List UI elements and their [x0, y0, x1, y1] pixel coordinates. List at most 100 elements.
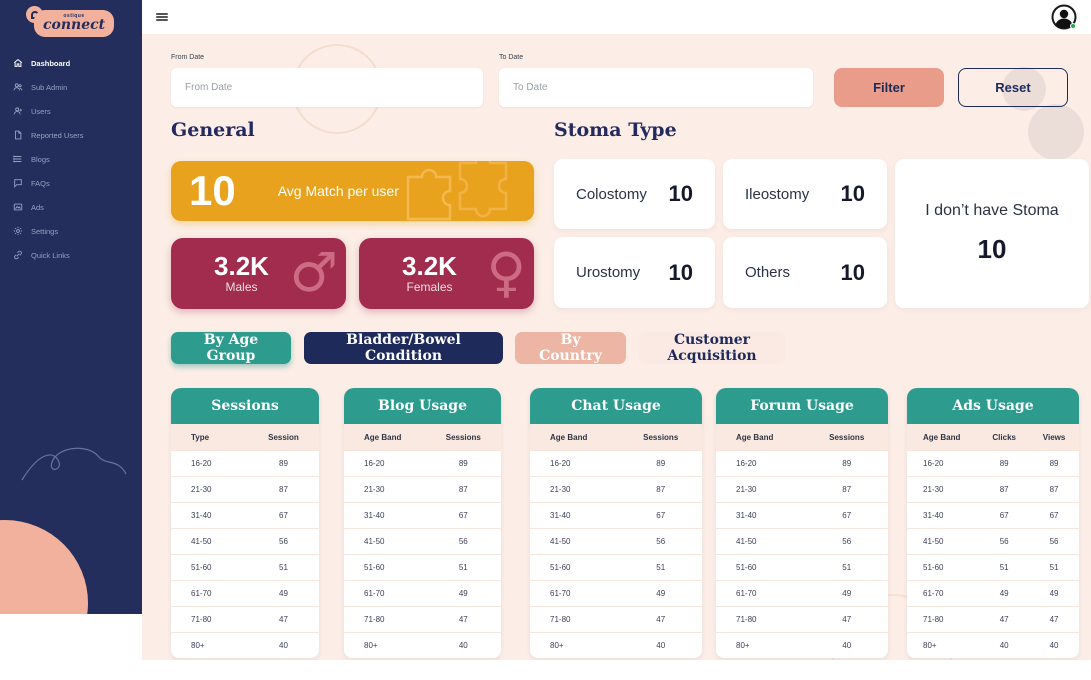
sidebar-item-settings[interactable]: Settings — [0, 219, 142, 243]
age-band-cell: 31-40 — [716, 511, 805, 520]
sidebar-item-label: FAQs — [31, 179, 50, 188]
males-value: 3.2K — [214, 253, 269, 280]
home-icon — [13, 58, 23, 68]
sidebar-item-label: Quick Links — [31, 251, 70, 260]
age-band-cell: 16-20 — [907, 459, 979, 468]
value-cell: 49 — [979, 589, 1029, 598]
age-band-cell: 61-70 — [344, 589, 426, 598]
females-card: 3.2K Females ♀ — [359, 238, 534, 309]
tab-by-country[interactable]: By Country — [515, 332, 626, 364]
stoma-card-no-stoma: I don’t have Stoma 10 — [895, 159, 1089, 308]
table-row: 61-7049 — [716, 580, 888, 606]
table-title: Ads Usage — [907, 388, 1079, 424]
table-row: 16-2089 — [171, 450, 319, 476]
table-row: 41-505656 — [907, 528, 1079, 554]
age-band-cell: 80+ — [716, 641, 805, 650]
sidebar-item-users[interactable]: Users — [0, 99, 142, 123]
value-cell: 40 — [1029, 641, 1079, 650]
sidebar-item-label: Blogs — [31, 155, 50, 164]
gender-cards: 3.2K Males ♂ 3.2K Females ♀ — [171, 238, 534, 309]
sidebar-item-quick-links[interactable]: Quick Links — [0, 243, 142, 267]
age-band-cell: 61-70 — [907, 589, 979, 598]
menu-toggle-button[interactable] — [156, 11, 168, 22]
sidebar-item-label: Dashboard — [31, 59, 70, 68]
tab-bladder-bowel-condition[interactable]: Bladder/Bowel Condition — [304, 332, 503, 364]
value-cell: 87 — [619, 485, 702, 494]
table-row: 51-605151 — [907, 554, 1079, 580]
ad-icon — [13, 202, 23, 212]
list-icon — [13, 154, 23, 164]
reset-button[interactable]: Reset — [958, 68, 1068, 107]
table-row: 31-4067 — [171, 502, 319, 528]
sidebar-item-reported-users[interactable]: Reported Users — [0, 123, 142, 147]
females-value: 3.2K — [402, 253, 457, 280]
column-header: Type — [171, 433, 248, 442]
age-band-cell: 71-80 — [171, 615, 248, 624]
age-band-cell: 31-40 — [530, 511, 619, 520]
sidebar-item-blogs[interactable]: Blogs — [0, 147, 142, 171]
general-heading: General — [171, 119, 534, 141]
table-row: 71-8047 — [716, 606, 888, 632]
table-title: Blog Usage — [344, 388, 501, 424]
table-column-headers: Age BandSessions — [530, 424, 702, 450]
value-cell: 67 — [1029, 511, 1079, 520]
filter-button[interactable]: Filter — [834, 68, 944, 107]
age-band-cell: 51-60 — [171, 563, 248, 572]
chat-icon — [13, 178, 23, 188]
value-cell: 51 — [1029, 563, 1079, 572]
value-cell: 47 — [248, 615, 319, 624]
table-row: 41-5056 — [344, 528, 501, 554]
column-header: Session — [248, 433, 319, 442]
age-band-cell: 41-50 — [530, 537, 619, 546]
user-avatar[interactable] — [1051, 4, 1077, 30]
sidebar-item-dashboard[interactable]: Dashboard — [0, 51, 142, 75]
gear-icon — [13, 226, 23, 236]
column-header: Age Band — [344, 433, 426, 442]
column-header: Age Band — [716, 433, 805, 442]
tab-customer-acquisition[interactable]: Customer Acquisition — [639, 332, 785, 364]
table-row: 71-8047 — [344, 606, 501, 632]
squiggle-decoration — [18, 444, 128, 484]
to-date-input[interactable] — [499, 68, 813, 107]
table-row: 51-6051 — [171, 554, 319, 580]
sidebar-item-ads[interactable]: Ads — [0, 195, 142, 219]
value-cell: 56 — [248, 537, 319, 546]
table-forum-usage: Forum UsageAge BandSessions16-208921-308… — [716, 388, 888, 658]
table-column-headers: TypeSession — [171, 424, 319, 450]
age-band-cell: 16-20 — [171, 459, 248, 468]
table-blog-usage: Blog UsageAge BandSessions16-208921-3087… — [344, 388, 501, 658]
tab-by-age-group[interactable]: By Age Group — [171, 332, 291, 364]
table-row: 80+40 — [171, 632, 319, 658]
sidebar-item-faqs[interactable]: FAQs — [0, 171, 142, 195]
table-title: Forum Usage — [716, 388, 888, 424]
value-cell: 67 — [426, 511, 501, 520]
value-cell: 40 — [248, 641, 319, 650]
column-header: Age Band — [907, 433, 979, 442]
sidebar-item-sub-admin[interactable]: Sub Admin — [0, 75, 142, 99]
sidebar-item-label: Ads — [31, 203, 44, 212]
sidebar-circle-decoration — [0, 520, 88, 614]
age-band-cell: 71-80 — [716, 615, 805, 624]
age-band-cell: 21-30 — [171, 485, 248, 494]
table-row: 71-8047 — [530, 606, 702, 632]
value-cell: 47 — [805, 615, 888, 624]
value-cell: 49 — [805, 589, 888, 598]
from-date-input[interactable] — [171, 68, 483, 107]
stoma-type-section: Stoma Type Colostomy 10 Ileostomy 10 I d… — [554, 119, 1079, 309]
value-cell: 49 — [619, 589, 702, 598]
value-cell: 51 — [979, 563, 1029, 572]
age-band-cell: 61-70 — [171, 589, 248, 598]
value-cell: 49 — [426, 589, 501, 598]
sidebar-item-label: Users — [31, 107, 51, 116]
filter-bar: From Date To Date Filter Reset — [171, 54, 1079, 107]
table-row: 16-2089 — [530, 450, 702, 476]
value-cell: 67 — [619, 511, 702, 520]
avg-match-label: Avg Match per user — [278, 183, 399, 199]
puzzle-decoration — [394, 161, 524, 221]
table-row: 31-4067 — [530, 502, 702, 528]
value-cell: 87 — [426, 485, 501, 494]
table-row: 21-3087 — [716, 476, 888, 502]
value-cell: 89 — [1029, 459, 1079, 468]
value-cell: 47 — [426, 615, 501, 624]
age-band-cell: 51-60 — [716, 563, 805, 572]
